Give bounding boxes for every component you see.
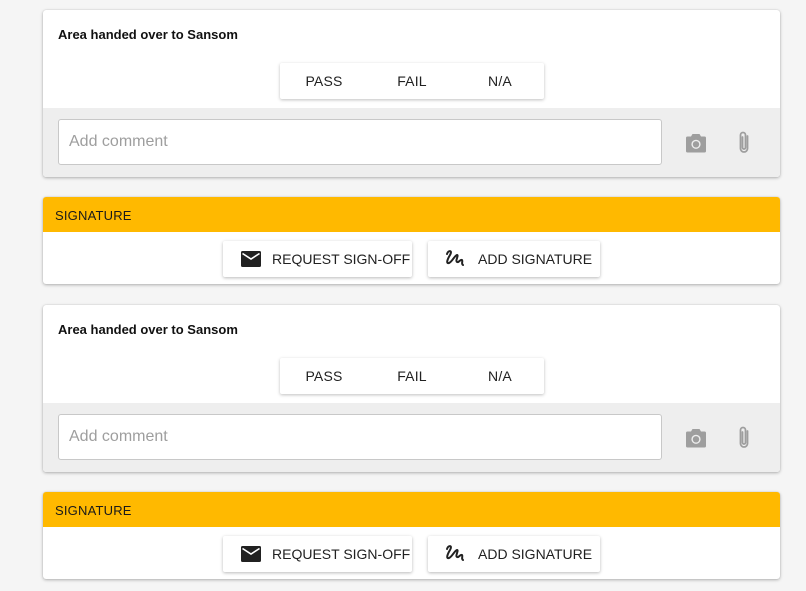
question-card: Area handed over to Sansom PASS FAIL N/A: [43, 305, 780, 472]
comment-row: [43, 403, 780, 472]
comment-input[interactable]: [58, 119, 662, 165]
signature-card: SIGNATURE REQUEST SIGN-OFF ADD SIGNATURE: [43, 197, 780, 284]
comment-input[interactable]: [58, 414, 662, 460]
signature-title: SIGNATURE: [55, 503, 132, 518]
comment-row: [43, 108, 780, 177]
paperclip-icon[interactable]: [731, 130, 757, 156]
pass-fail-na-toggle: PASS FAIL N/A: [280, 63, 544, 99]
pass-button[interactable]: PASS: [280, 63, 368, 99]
fail-button[interactable]: FAIL: [368, 63, 456, 99]
camera-icon[interactable]: [683, 130, 709, 156]
mail-icon: [240, 248, 262, 270]
add-signature-label: ADD SIGNATURE: [478, 251, 593, 267]
pass-fail-na-toggle: PASS FAIL N/A: [280, 358, 544, 394]
request-sign-off-button[interactable]: REQUEST SIGN-OFF: [223, 536, 412, 572]
signature-header: SIGNATURE: [43, 197, 780, 232]
add-signature-button[interactable]: ADD SIGNATURE: [428, 241, 600, 277]
mail-icon: [240, 543, 262, 565]
paperclip-icon[interactable]: [731, 425, 757, 451]
signature-header: SIGNATURE: [43, 492, 780, 527]
na-button[interactable]: N/A: [456, 358, 544, 394]
request-sign-off-label: REQUEST SIGN-OFF: [272, 546, 411, 562]
signature-title: SIGNATURE: [55, 208, 132, 223]
add-signature-label: ADD SIGNATURE: [478, 546, 593, 562]
request-sign-off-label: REQUEST SIGN-OFF: [272, 251, 411, 267]
signature-card: SIGNATURE REQUEST SIGN-OFF ADD SIGNATURE: [43, 492, 780, 579]
pass-button[interactable]: PASS: [280, 358, 368, 394]
question-card: Area handed over to Sansom PASS FAIL N/A: [43, 10, 780, 177]
na-button[interactable]: N/A: [456, 63, 544, 99]
question-title: Area handed over to Sansom: [58, 27, 238, 42]
signature-icon: [444, 248, 466, 270]
signature-icon: [444, 543, 466, 565]
add-signature-button[interactable]: ADD SIGNATURE: [428, 536, 600, 572]
question-title: Area handed over to Sansom: [58, 322, 238, 337]
camera-icon[interactable]: [683, 425, 709, 451]
request-sign-off-button[interactable]: REQUEST SIGN-OFF: [223, 241, 412, 277]
fail-button[interactable]: FAIL: [368, 358, 456, 394]
